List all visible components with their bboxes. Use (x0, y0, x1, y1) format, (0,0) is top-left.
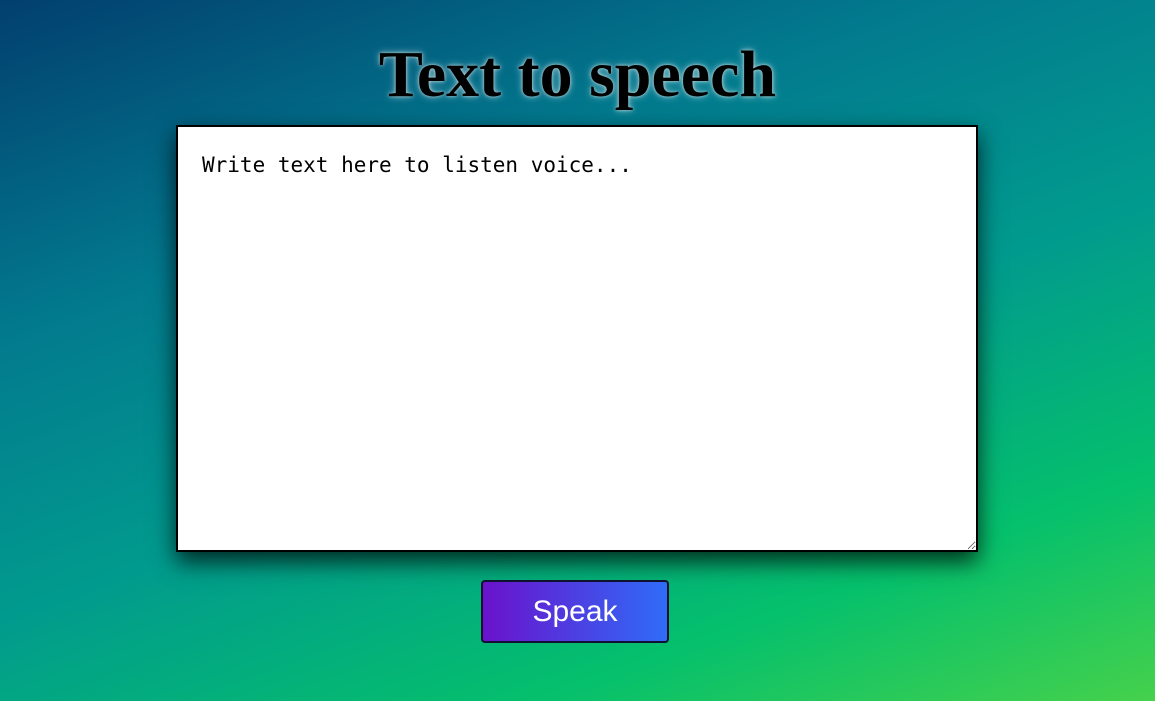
page-title: Text to speech (378, 38, 777, 111)
text-input[interactable] (176, 125, 978, 552)
speak-button[interactable]: Speak (481, 580, 669, 643)
